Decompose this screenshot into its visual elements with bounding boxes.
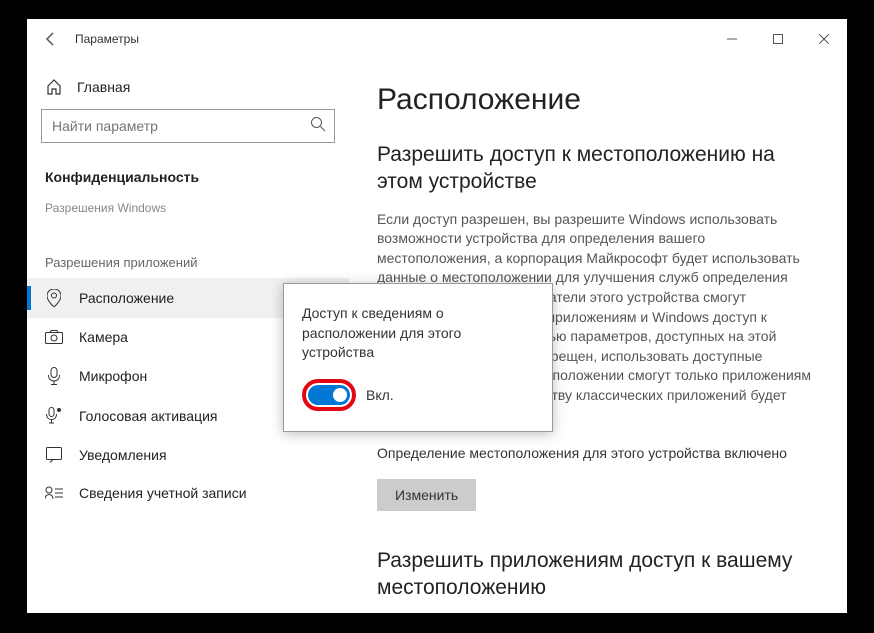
sidebar-item-label: Микрофон [79,368,147,384]
section-sub: Разрешения Windows [27,197,349,227]
sidebar-item-label: Уведомления [79,447,167,463]
sidebar-item-label: Расположение [79,290,174,306]
voice-activation-icon [45,407,63,425]
notification-icon [45,447,63,463]
search-icon [310,116,326,137]
home-icon [45,79,63,95]
search-input[interactable] [52,118,310,134]
sidebar-item-label: Камера [79,329,128,345]
maximize-button[interactable] [755,23,801,55]
location-status: Определение местоположения для этого уст… [377,445,819,461]
close-button[interactable] [801,23,847,55]
home-label: Главная [77,79,130,95]
section-heading-2: Разрешить приложениям доступ к вашему ме… [377,547,819,602]
home-link[interactable]: Главная [27,73,349,109]
section-heading-1: Разрешить доступ к местоположению на это… [377,141,819,196]
minimize-button[interactable] [709,23,755,55]
sidebar-item-notifications[interactable]: Уведомления [27,436,349,474]
location-toggle[interactable] [308,385,350,405]
window-title: Параметры [75,32,139,46]
popup-title: Доступ к сведениям о расположении для эт… [302,304,534,363]
toggle-row: Вкл. [302,379,534,411]
location-icon [45,289,63,307]
camera-icon [45,330,63,344]
titlebar: Параметры [27,19,847,59]
sidebar-item-label: Голосовая активация [79,408,218,424]
location-access-popup: Доступ к сведениям о расположении для эт… [283,283,553,432]
window-controls [709,23,847,55]
group-label: Разрешения приложений [27,227,349,278]
change-button[interactable]: Изменить [377,479,476,511]
section-title: Конфиденциальность [27,161,349,197]
page-heading: Расположение [377,83,819,117]
account-info-icon [45,486,63,500]
microphone-icon [45,367,63,385]
sidebar-item-account-info[interactable]: Сведения учетной записи [27,474,349,512]
search-box[interactable] [41,109,335,143]
toggle-state-label: Вкл. [366,387,394,403]
back-button[interactable] [35,23,67,55]
sidebar-item-label: Сведения учетной записи [79,485,247,501]
toggle-highlight [302,379,356,411]
